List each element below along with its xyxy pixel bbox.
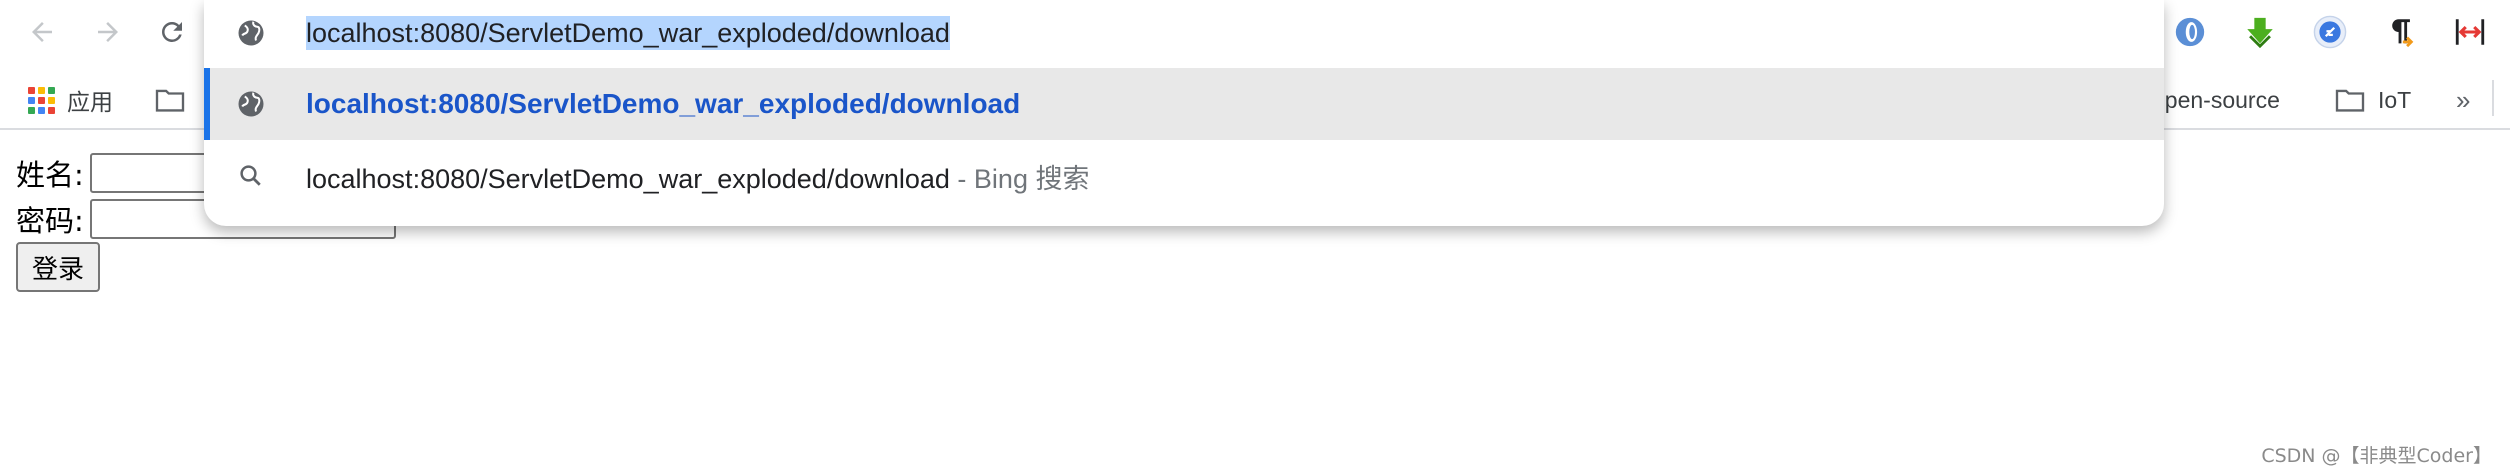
login-button[interactable]: 登录 bbox=[16, 242, 101, 292]
paragraph-extension[interactable] bbox=[2380, 12, 2420, 52]
opera-extension[interactable] bbox=[2170, 12, 2210, 52]
suggestion-search-query: localhost:8080/ServletDemo_war_exploded/… bbox=[306, 163, 950, 194]
chevron-double-right-icon: » bbox=[2456, 84, 2471, 115]
opera-icon bbox=[2175, 17, 2205, 47]
bookmark-open-source[interactable]: open-source bbox=[2152, 80, 2280, 120]
suggestion-url[interactable]: localhost:8080/ServletDemo_war_exploded/… bbox=[204, 68, 2164, 140]
suggestion-search-text: localhost:8080/ServletDemo_war_exploded/… bbox=[306, 157, 1089, 196]
bookmark-open-source-label: open-source bbox=[2152, 86, 2280, 113]
feather-extension[interactable] bbox=[2310, 12, 2350, 52]
forward-button[interactable] bbox=[86, 10, 130, 54]
paragraph-icon bbox=[2392, 19, 2414, 48]
resize-arrows-icon bbox=[2455, 19, 2485, 45]
extension-icons bbox=[2170, 10, 2490, 54]
omnibox-dropdown: localhost:8080/ServletDemo_war_exploded/… bbox=[204, 0, 2164, 226]
name-label: 姓名: bbox=[16, 158, 84, 192]
arrow-right-icon bbox=[98, 22, 118, 42]
bookmark-folder[interactable] bbox=[154, 80, 186, 120]
bookmark-iot-label: IoT bbox=[2378, 86, 2412, 113]
arrow-left-icon bbox=[32, 22, 52, 42]
bookmarks-divider bbox=[2492, 80, 2494, 116]
search-icon bbox=[234, 159, 268, 193]
password-label: 密码: bbox=[16, 204, 84, 238]
address-input-text: localhost:8080/ServletDemo_war_exploded/… bbox=[306, 15, 950, 50]
watermark: CSDN @【非典型Coder】 bbox=[2261, 445, 2492, 467]
globe-icon bbox=[234, 87, 268, 121]
address-bar[interactable]: localhost:8080/ServletDemo_war_exploded/… bbox=[204, 0, 2164, 66]
suggestion-search[interactable]: localhost:8080/ServletDemo_war_exploded/… bbox=[204, 140, 2164, 212]
address-input[interactable]: localhost:8080/ServletDemo_war_exploded/… bbox=[306, 15, 950, 50]
folder-icon bbox=[2335, 89, 2365, 112]
feather-icon bbox=[2313, 15, 2347, 49]
suggestion-search-engine: - Bing 搜索 bbox=[949, 163, 1090, 194]
reload-icon bbox=[162, 22, 182, 42]
globe-icon bbox=[234, 16, 268, 50]
bookmark-iot[interactable]: IoT bbox=[2334, 80, 2411, 120]
download-arrow-icon bbox=[2247, 17, 2273, 49]
downloader-extension[interactable] bbox=[2240, 12, 2280, 52]
back-button[interactable] bbox=[20, 10, 64, 54]
reload-button[interactable] bbox=[150, 10, 194, 54]
suggestion-url-text: localhost:8080/ServletDemo_war_exploded/… bbox=[306, 88, 1021, 119]
bookmarks-overflow-button[interactable]: » bbox=[2456, 80, 2470, 120]
bookmark-apps[interactable]: 应用 bbox=[28, 80, 113, 120]
folder-icon bbox=[155, 89, 185, 112]
resize-extension[interactable] bbox=[2450, 12, 2490, 52]
bookmark-apps-label: 应用 bbox=[67, 89, 113, 115]
apps-grid-icon bbox=[28, 86, 55, 114]
